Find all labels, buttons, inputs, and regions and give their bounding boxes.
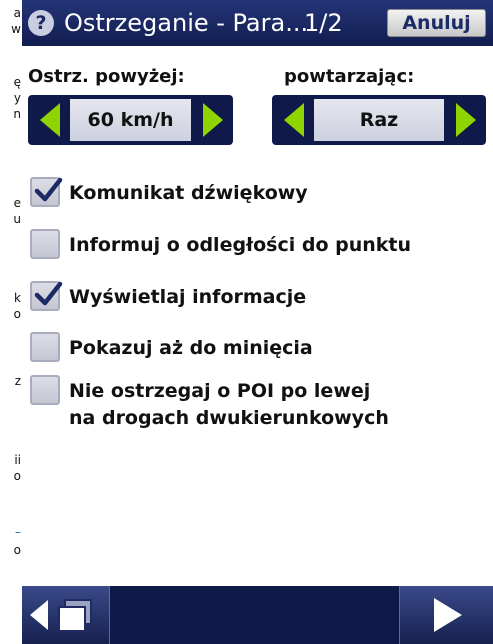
repeat-label: powtarzając:: [284, 66, 415, 87]
decrease-speed-button[interactable]: [36, 101, 66, 139]
checkbox-checked[interactable]: [30, 281, 63, 311]
increase-speed-button[interactable]: [197, 101, 227, 139]
background-text: u: [13, 212, 21, 226]
checkmark-icon: [34, 177, 63, 202]
background-link[interactable]: –: [15, 525, 21, 539]
cancel-button[interactable]: Anuluj: [387, 9, 486, 37]
background-text: w: [11, 22, 21, 36]
screen-title: Ostrzeganie - Para...: [64, 9, 309, 37]
repeat-prev-button[interactable]: [280, 101, 310, 139]
background-text: a: [13, 6, 21, 20]
warn-above-spinner: 60 km/h: [28, 95, 233, 145]
arrow-left-icon: [40, 103, 60, 137]
back-arrow-windows-icon: [30, 599, 92, 632]
background-page-strip: a w ę y n e u k o z ii o – o: [0, 0, 22, 644]
arrow-right-icon: [203, 103, 223, 137]
option-label-line2: na drogach dwukierunkowych: [69, 407, 389, 429]
next-button[interactable]: [399, 586, 493, 644]
title-bar: ? Ostrzeganie - Para... 1/2 Anuluj: [22, 0, 493, 46]
option-label: Pokazuj aż do minięcia: [69, 337, 313, 359]
background-text: e: [13, 196, 21, 210]
background-text: n: [13, 107, 21, 121]
device-screen: ? Ostrzeganie - Para... 1/2 Anuluj Ostrz…: [22, 0, 493, 644]
background-text: o: [13, 307, 21, 321]
repeat-value: Raz: [314, 99, 444, 141]
option-label: Komunikat dźwiękowy: [69, 182, 308, 204]
next-arrow-icon: [434, 598, 462, 632]
repeat-spinner: Raz: [272, 95, 486, 145]
bottom-bar: [22, 586, 493, 644]
back-button[interactable]: [22, 586, 110, 644]
option-label: Informuj o odległości do punktu: [69, 234, 412, 256]
background-text: y: [13, 91, 21, 105]
background-text: o: [13, 543, 21, 557]
background-text: k: [14, 291, 21, 305]
repeat-next-button[interactable]: [450, 101, 480, 139]
background-text: ę: [13, 75, 21, 89]
checkbox-checked[interactable]: [30, 177, 63, 207]
checkbox-unchecked[interactable]: [30, 332, 60, 362]
checkmark-icon: [34, 281, 63, 306]
help-icon[interactable]: ?: [28, 10, 54, 36]
page-indicator: 1/2: [304, 9, 343, 37]
background-text: o: [13, 469, 21, 483]
warn-above-label: Ostrz. powyżej:: [28, 66, 185, 87]
background-text: ii: [14, 453, 21, 467]
arrow-left-icon: [284, 103, 304, 137]
option-label: Nie ostrzegaj o POI po lewej: [69, 380, 371, 402]
checkbox-unchecked[interactable]: [30, 375, 60, 405]
arrow-right-icon: [456, 103, 476, 137]
option-label: Wyświetlaj informacje: [69, 286, 307, 308]
checkbox-unchecked[interactable]: [30, 229, 60, 259]
speed-value: 60 km/h: [70, 99, 191, 141]
background-text: z: [14, 374, 21, 388]
